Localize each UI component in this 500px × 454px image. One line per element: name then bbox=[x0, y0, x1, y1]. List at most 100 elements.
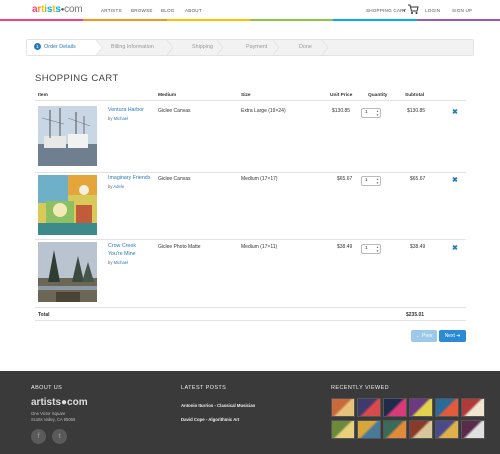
divider bbox=[35, 320, 466, 321]
recently-viewed-thumbnail[interactable] bbox=[461, 398, 485, 417]
rainbow-segment bbox=[0, 19, 84, 21]
shopping-cart-icon[interactable] bbox=[407, 3, 419, 15]
artist-link[interactable]: Michael bbox=[114, 116, 128, 121]
item-size: Medium (17×11) bbox=[241, 244, 278, 250]
latest-post-link[interactable]: Antonio Iturrios - Classical Musician bbox=[181, 403, 255, 408]
twitter-icon[interactable]: t bbox=[52, 429, 67, 444]
item-title-link[interactable]: Imaginary Friends bbox=[108, 175, 150, 182]
recently-viewed-thumbnail[interactable] bbox=[357, 398, 381, 417]
item-title-link-line2[interactable]: You're Mine bbox=[108, 251, 136, 258]
item-subtotal: $130.85 bbox=[407, 108, 426, 114]
prev-label: Prev bbox=[422, 333, 433, 339]
recently-viewed-thumbnail[interactable] bbox=[435, 398, 459, 417]
page-title: SHOPPING CART bbox=[35, 73, 119, 84]
prev-button[interactable]: ← Prev bbox=[411, 330, 437, 342]
nav-browse[interactable]: BROWSE bbox=[131, 8, 153, 13]
recently-viewed-thumbnail[interactable] bbox=[357, 420, 381, 439]
recently-viewed-thumbnail[interactable] bbox=[461, 420, 485, 439]
quantity-value: 1 bbox=[365, 178, 368, 183]
recently-viewed-thumbnail[interactable] bbox=[409, 420, 433, 439]
item-artist: by Michael bbox=[108, 260, 128, 265]
artwork-thumbnail[interactable] bbox=[38, 175, 97, 235]
step-order-details[interactable]: 1 Order Details bbox=[34, 40, 76, 55]
site-header: artists●com ARTISTS BROWSE BLOG ABOUT SH… bbox=[0, 0, 500, 20]
item-unit-price: $65.67 bbox=[337, 176, 353, 182]
remove-item-icon[interactable]: ✖ bbox=[452, 108, 458, 116]
item-unit-price: $38.49 bbox=[337, 244, 353, 250]
spinner-arrows-icon[interactable]: ▲ ▼ bbox=[376, 245, 379, 253]
divider bbox=[35, 172, 466, 173]
step-done[interactable]: Done bbox=[299, 40, 312, 55]
item-unit-price: $130.85 bbox=[332, 108, 351, 114]
rainbow-segment bbox=[416, 19, 500, 21]
next-button[interactable]: Next ➜ bbox=[439, 330, 466, 342]
site-logo[interactable]: artists●com bbox=[32, 4, 83, 15]
rainbow-bar bbox=[0, 19, 500, 21]
rainbow-segment bbox=[333, 19, 417, 21]
facebook-icon[interactable]: f bbox=[31, 429, 46, 444]
nav-blog[interactable]: BLOG bbox=[161, 8, 175, 13]
recently-viewed-thumbnail[interactable] bbox=[435, 420, 459, 439]
item-size: Extra Large (19×24) bbox=[241, 108, 286, 114]
spinner-arrows-icon[interactable]: ▲ ▼ bbox=[376, 177, 379, 185]
item-title-link[interactable]: Ventura Harbor bbox=[108, 107, 144, 114]
column-header-size: Size bbox=[241, 93, 251, 98]
step-billing-information[interactable]: Billing Information bbox=[111, 40, 154, 55]
arrow-right-icon: ➜ bbox=[456, 333, 461, 339]
nav-shopping-cart[interactable]: SHOPPING CART bbox=[366, 8, 407, 13]
logo-com: com bbox=[64, 4, 83, 15]
quantity-stepper[interactable]: 1 ▲ ▼ bbox=[361, 108, 381, 118]
total-value: $235.01 bbox=[406, 312, 425, 318]
footer-latest-posts-title: LATEST POSTS bbox=[181, 385, 227, 391]
artist-link[interactable]: Michael bbox=[114, 260, 128, 265]
item-medium: Giclee Canvas bbox=[158, 176, 191, 182]
rainbow-segment bbox=[249, 19, 334, 21]
artwork-thumbnail[interactable] bbox=[38, 242, 97, 302]
recently-viewed-thumbnail[interactable] bbox=[331, 398, 355, 417]
column-header-item: Item bbox=[38, 93, 48, 98]
item-medium: Giclee Photo Matte bbox=[158, 244, 201, 250]
rainbow-segment bbox=[166, 19, 250, 21]
remove-item-icon[interactable]: ✖ bbox=[452, 176, 458, 184]
nav-about[interactable]: ABOUT bbox=[185, 8, 202, 13]
by-label: by bbox=[108, 184, 113, 189]
nav-artists[interactable]: ARTISTS bbox=[101, 8, 122, 13]
footer-logo[interactable]: artists●com bbox=[31, 397, 88, 408]
nav-login[interactable]: LOGIN bbox=[425, 8, 440, 13]
footer-recently-viewed-title: RECENTLY VIEWED bbox=[331, 385, 390, 391]
column-header-subtotal: Subtotal bbox=[405, 93, 425, 98]
recently-viewed-thumbnail[interactable] bbox=[383, 420, 407, 439]
by-label: by bbox=[108, 260, 113, 265]
recently-viewed-thumbnail[interactable] bbox=[409, 398, 433, 417]
step-number: 1 bbox=[34, 42, 41, 50]
step-separator bbox=[217, 40, 224, 55]
item-artist: by Michael bbox=[108, 116, 128, 121]
recently-viewed-thumbnail[interactable] bbox=[331, 420, 355, 439]
by-label: by bbox=[108, 116, 113, 121]
nav-signup[interactable]: SIGN UP bbox=[452, 8, 472, 13]
quantity-stepper[interactable]: 1 ▲ ▼ bbox=[361, 244, 381, 254]
step-separator bbox=[96, 40, 103, 55]
item-artist: by Adele bbox=[108, 184, 124, 189]
step-payment[interactable]: Payment bbox=[246, 40, 267, 55]
artwork-thumbnail[interactable] bbox=[38, 106, 97, 166]
spinner-arrows-icon[interactable]: ▲ ▼ bbox=[376, 109, 379, 117]
footer-address-line1: One Victor Square bbox=[31, 411, 66, 416]
divider bbox=[35, 307, 466, 308]
quantity-value: 1 bbox=[365, 246, 368, 251]
quantity-stepper[interactable]: 1 ▲ ▼ bbox=[361, 176, 381, 186]
item-title-link[interactable]: Crow Creek bbox=[108, 243, 136, 250]
cart-caret-icon[interactable]: ▾ bbox=[403, 8, 406, 14]
step-shipping[interactable]: Shipping bbox=[192, 40, 213, 55]
recently-viewed-thumbnail[interactable] bbox=[383, 398, 407, 417]
remove-item-icon[interactable]: ✖ bbox=[452, 244, 458, 252]
item-subtotal: $65.67 bbox=[410, 176, 426, 182]
artist-link[interactable]: Adele bbox=[113, 184, 124, 189]
item-medium: Giclee Canvas bbox=[158, 108, 191, 114]
next-label: Next bbox=[444, 333, 455, 339]
item-subtotal: $38.49 bbox=[410, 244, 426, 250]
step-label: Order Details bbox=[44, 44, 76, 50]
step-separator bbox=[322, 40, 329, 55]
latest-post-link[interactable]: David Cope - Algorithmic Art bbox=[181, 417, 239, 422]
footer-about-title: ABOUT US bbox=[31, 385, 63, 391]
